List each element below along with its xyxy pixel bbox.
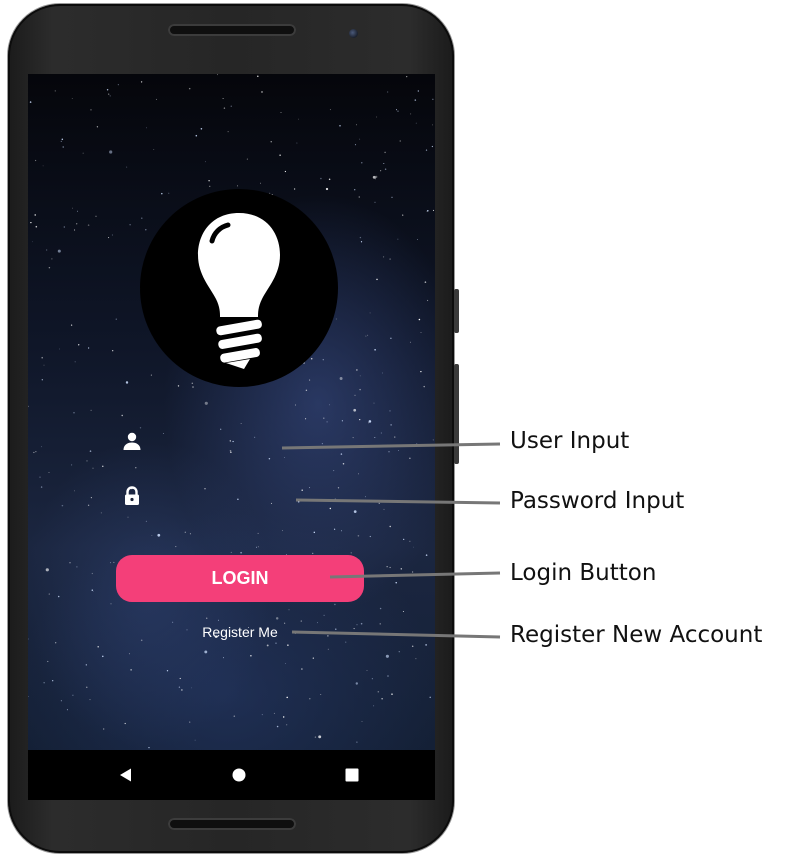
annotation-password-input: Password Input (510, 488, 685, 514)
callout-line-login-button (329, 571, 501, 579)
callout-lines (281, 442, 501, 639)
callout-line-user-input (281, 442, 501, 450)
annotation-login-button: Login Button (510, 560, 657, 586)
callout-line-register-link (291, 630, 501, 639)
annotation-register-link: Register New Account (510, 622, 763, 648)
annotation-user-input: User Input (510, 428, 630, 454)
callout-line-password-input (295, 498, 501, 505)
